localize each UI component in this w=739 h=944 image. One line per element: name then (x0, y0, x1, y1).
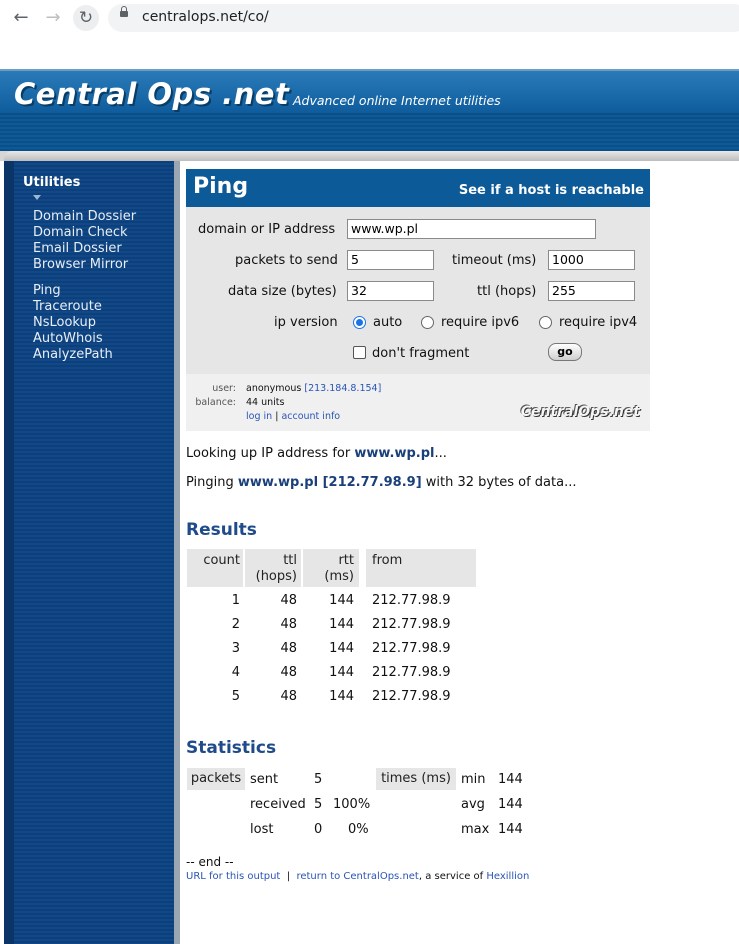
stat-received-value: 5 (314, 797, 323, 812)
timeout-label: timeout (ms) (452, 253, 537, 268)
end-marker: -- end -- (186, 855, 234, 869)
lookup-message: Looking up IP address for www.wp.pl... (186, 446, 447, 461)
packets-input[interactable]: 5 (347, 250, 434, 270)
sidebar-item-domain-check[interactable]: Domain Check (33, 225, 128, 240)
page-subtitle: See if a host is reachable (458, 183, 644, 198)
stat-max-value: 144 (498, 822, 523, 837)
results-heading: Results (186, 520, 257, 540)
return-link[interactable]: return to CentralOps.net (296, 871, 418, 882)
sidebar-item-email-dossier[interactable]: Email Dossier (33, 241, 122, 256)
ttl-label: ttl (hops) (477, 284, 537, 299)
lock-icon (120, 6, 128, 17)
stat-avg-label: avg (461, 797, 485, 812)
footer-links: URL for this output | return to CentralO… (186, 871, 530, 882)
browser-toolbar: ← → ↻ centralops.net/co/ (0, 0, 739, 36)
balance-label: balance: (195, 397, 236, 408)
balance-value: 44 units (246, 397, 285, 408)
radio-auto[interactable] (353, 316, 366, 329)
ttl-input[interactable]: 255 (548, 281, 635, 301)
chevron-down-icon (33, 195, 41, 200)
sidebar-title: Utilities (23, 175, 81, 190)
back-arrow-icon[interactable]: ← (9, 6, 33, 30)
url-text[interactable]: centralops.net/co/ (142, 9, 269, 25)
sidebar-item-browser-mirror[interactable]: Browser Mirror (33, 257, 128, 272)
link-separator: | (275, 411, 279, 422)
col-header-ttl: ttl (hops) (245, 549, 301, 587)
ip-version-label: ip version (274, 315, 338, 330)
dont-fragment-label: don't fragment (372, 346, 470, 361)
user-panel: user: anonymous [213.184.8.154] balance:… (186, 374, 650, 431)
site-header: Central Ops .net Advanced online Interne… (0, 69, 739, 153)
data-size-label: data size (bytes) (228, 284, 337, 299)
radio-ipv4-label: require ipv4 (559, 315, 638, 330)
stat-avg-value: 144 (498, 797, 523, 812)
dont-fragment-checkbox[interactable] (353, 346, 366, 359)
forward-arrow-icon[interactable]: → (41, 6, 65, 30)
col-header-from: from (366, 549, 476, 587)
user-label: user: (212, 383, 236, 394)
ping-title-bar: Ping See if a host is reachable (186, 169, 650, 207)
login-link[interactable]: log in (246, 411, 272, 422)
sidebar: Utilities Domain Dossier Domain Check Em… (4, 161, 180, 944)
centralops-small-logo: CentralOps.net (520, 404, 640, 420)
account-info-link[interactable]: account info (281, 411, 340, 422)
stat-packets-label: packets (187, 768, 245, 790)
sidebar-item-autowhois[interactable]: AutoWhois (33, 331, 103, 346)
packets-label: packets to send (235, 253, 338, 268)
radio-ipv6-label: require ipv6 (441, 315, 520, 330)
radio-ipv6[interactable] (421, 316, 434, 329)
site-logo[interactable]: Central Ops .net (14, 77, 289, 111)
reload-icon[interactable]: ↻ (73, 5, 99, 31)
site-tagline: Advanced online Internet utilities (293, 93, 501, 108)
stat-lost-value: 0 (314, 822, 323, 837)
user-ip-link[interactable]: [213.184.8.154] (304, 383, 381, 394)
sidebar-item-domain-dossier[interactable]: Domain Dossier (33, 209, 136, 224)
stat-lost-label: lost (250, 822, 274, 837)
stat-lost-pct: 0% (348, 822, 369, 837)
url-output-link[interactable]: URL for this output (186, 871, 280, 882)
page-title: Ping (193, 174, 249, 199)
lookup-host: www.wp.pl (354, 446, 435, 461)
stat-max-label: max (461, 822, 490, 837)
col-header-count: count (187, 549, 243, 587)
stat-min-value: 144 (498, 772, 523, 787)
radio-auto-label: auto (373, 315, 403, 330)
user-value: anonymous (246, 383, 302, 394)
statistics-heading: Statistics (186, 738, 277, 758)
sidebar-item-traceroute[interactable]: Traceroute (33, 299, 102, 314)
stat-times-label: times (ms) (376, 768, 456, 790)
timeout-input[interactable]: 1000 (548, 250, 635, 270)
go-button[interactable]: go (548, 343, 582, 361)
sidebar-item-nslookup[interactable]: NsLookup (33, 315, 96, 330)
ping-host: www.wp.pl [212.77.98.9] (237, 475, 422, 490)
address-bar[interactable]: centralops.net/co/ (108, 4, 739, 32)
stat-sent-value: 5 (314, 772, 323, 787)
domain-input[interactable]: www.wp.pl (347, 219, 596, 239)
ping-message: Pinging www.wp.pl [212.77.98.9] with 32 … (186, 475, 577, 490)
radio-ipv4[interactable] (539, 316, 552, 329)
stat-received-label: received (250, 797, 306, 812)
sidebar-item-analyzepath[interactable]: AnalyzePath (33, 347, 113, 362)
stat-min-label: min (461, 772, 486, 787)
stat-sent-label: sent (250, 772, 279, 787)
sidebar-item-ping[interactable]: Ping (33, 283, 61, 298)
domain-label: domain or IP address (198, 222, 336, 237)
col-header-rtt: rtt (ms) (303, 549, 359, 587)
data-size-input[interactable]: 32 (347, 281, 434, 301)
stat-received-pct: 100% (333, 797, 371, 812)
footer-separator: | (286, 871, 291, 882)
hexillion-link[interactable]: Hexillion (486, 871, 529, 882)
